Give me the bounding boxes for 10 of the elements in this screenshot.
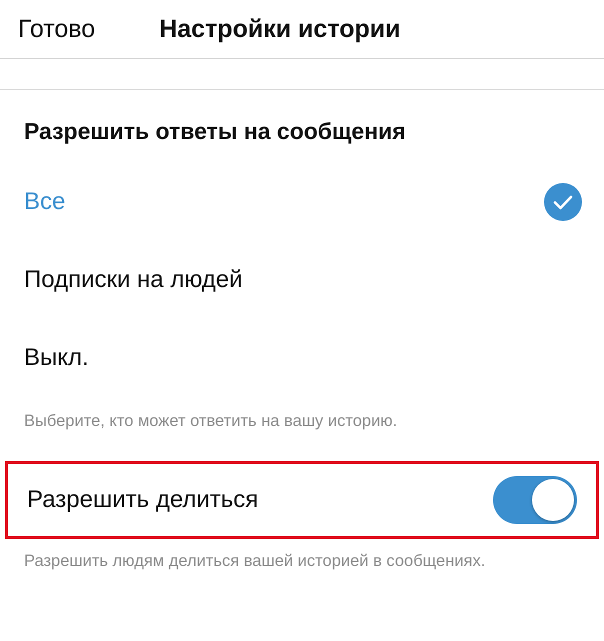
section-heading: Разрешить ответы на сообщения: [23, 117, 407, 146]
toggle-switch[interactable]: [493, 476, 577, 524]
hint-text: Выберите, кто может ответить на вашу историю.: [23, 411, 398, 432]
hint-text: Разрешить людям делиться вашей историей в сообщениях.: [23, 551, 486, 572]
setting-label: Разрешить делиться: [27, 486, 258, 514]
checkmark-icon: [544, 183, 582, 221]
reply-option[interactable]: Выкл.: [0, 319, 604, 397]
done-button[interactable]: Готово: [18, 14, 96, 44]
reply-option[interactable]: Подписки на людей: [0, 241, 604, 319]
screen-title: Настройки истории: [159, 14, 401, 44]
